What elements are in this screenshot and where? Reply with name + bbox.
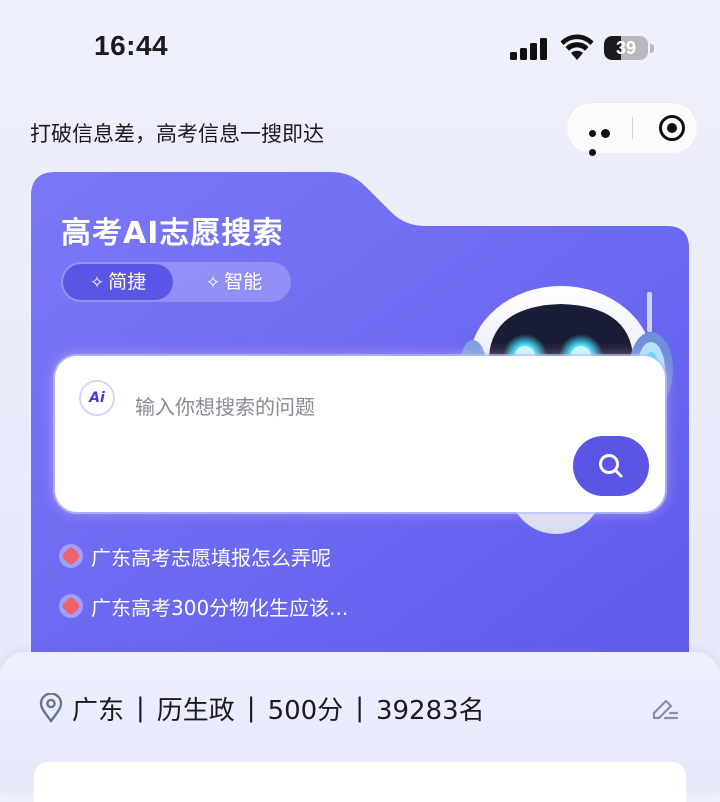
battery-icon: 39 <box>604 36 654 62</box>
profile-summary[interactable]: 广东 | 历生政 | 500分 | 39283名 <box>38 690 485 726</box>
mode-toggle: ✧ 简捷 ✧ 智能 <box>61 262 291 302</box>
search-icon <box>599 454 623 478</box>
mode-smart-button[interactable]: ✧ 智能 <box>179 264 289 300</box>
separator: | <box>355 693 364 723</box>
search-button[interactable] <box>573 436 649 496</box>
separator: | <box>136 693 145 723</box>
search-box: Ai <box>55 356 665 512</box>
more-dots-icon[interactable] <box>589 122 625 156</box>
ai-badge-icon: Ai <box>79 380 115 416</box>
hot-icon <box>59 594 83 618</box>
profile-subjects: 历生政 <box>156 695 235 726</box>
search-input[interactable] <box>135 392 555 422</box>
mode-smart-label: 智能 <box>224 271 263 293</box>
sparkle-icon: ✧ <box>89 273 105 293</box>
next-section-card <box>34 762 686 802</box>
profile-rank: 39283名 <box>375 695 485 726</box>
capsule-divider <box>632 117 633 139</box>
sparkle-icon: ✧ <box>205 273 221 293</box>
suggestion-item[interactable]: 广东高考志愿填报怎么弄呢 <box>59 540 331 572</box>
status-time: 16:44 <box>94 30 169 61</box>
mode-simple-label: 简捷 <box>108 271 147 293</box>
ai-search-card: 高考AI志愿搜索 ✧ 简捷 ✧ 智能 Ai 输入你想搜索的问题 广东高考志愿填报… <box>31 172 689 662</box>
location-pin-icon <box>39 693 63 723</box>
suggestion-text: 广东高考300分物化生应该... <box>91 595 349 620</box>
suggestion-item[interactable]: 广东高考300分物化生应该... <box>59 590 348 622</box>
suggestion-text: 广东高考志愿填报怎么弄呢 <box>91 545 331 570</box>
tagline: 打破信息差，高考信息一搜即达 <box>30 122 324 146</box>
target-close-icon[interactable] <box>659 115 685 141</box>
separator: | <box>246 693 256 723</box>
edit-icon[interactable] <box>650 696 680 724</box>
card-title: 高考AI志愿搜索 <box>61 216 284 251</box>
miniprogram-capsule <box>566 102 698 156</box>
wifi-icon <box>560 34 594 60</box>
profile-panel: 广东 | 历生政 | 500分 | 39283名 <box>0 652 720 802</box>
battery-percent: 39 <box>615 38 637 58</box>
status-bar: 16:44 39 <box>0 0 720 100</box>
hot-icon <box>59 544 83 568</box>
profile-region: 广东 <box>72 695 125 726</box>
cellular-signal-icon <box>510 38 547 60</box>
mode-simple-button[interactable]: ✧ 简捷 <box>63 264 173 300</box>
profile-score: 500分 <box>267 695 344 726</box>
